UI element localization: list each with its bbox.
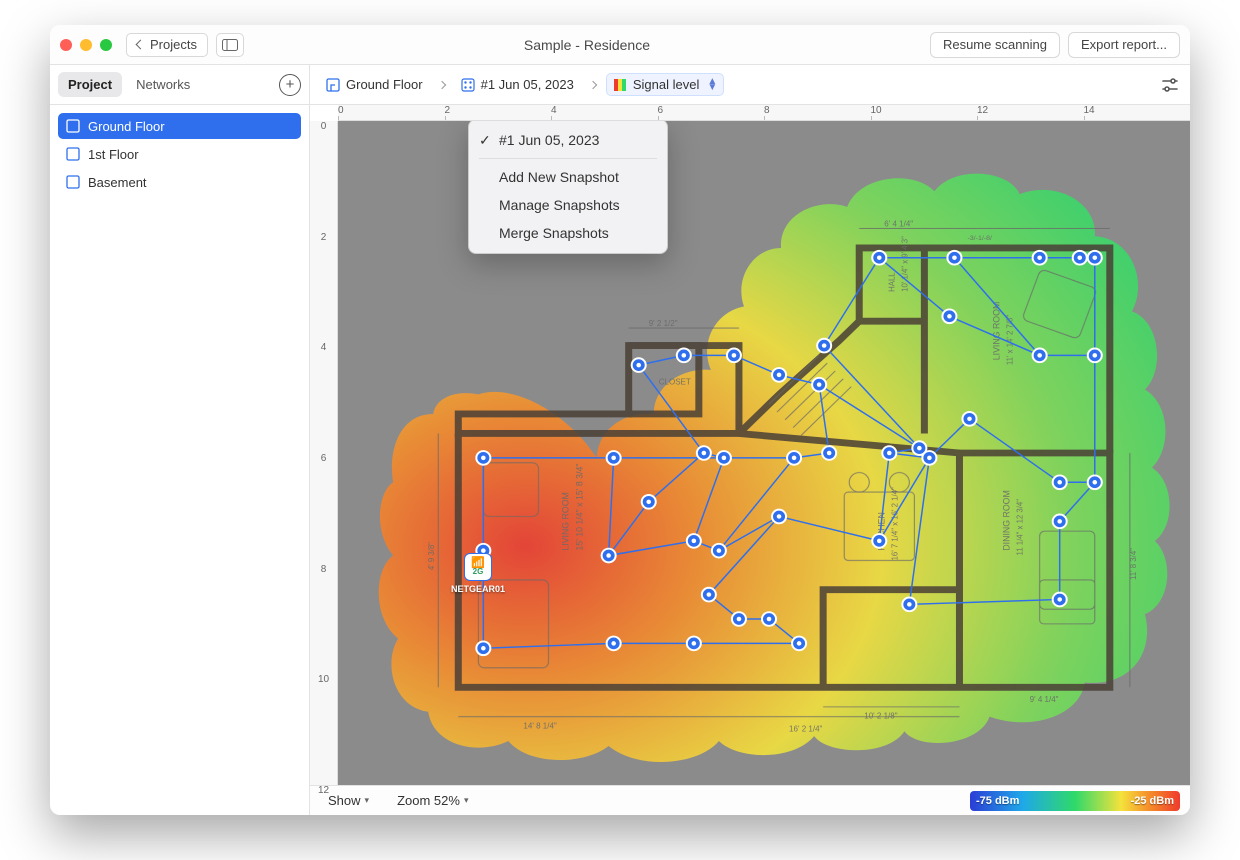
- back-label: Projects: [150, 37, 197, 52]
- crumb-visualization[interactable]: Signal level ▲▼: [606, 73, 724, 96]
- floor-icon: [66, 175, 80, 189]
- floorplan-map[interactable]: LIVING ROOM 15' 10 1/4" x 15' 8 3/4" CLO…: [338, 121, 1190, 785]
- floor-item-basement[interactable]: Basement: [58, 169, 301, 195]
- floor-icon: [66, 119, 80, 133]
- tab-networks[interactable]: Networks: [126, 72, 200, 97]
- sidebar: Project Networks + Ground Floor1st Floor…: [50, 65, 310, 815]
- floor-item-1st-floor[interactable]: 1st Floor: [58, 141, 301, 167]
- crumb-floor[interactable]: Ground Floor: [320, 74, 429, 95]
- footer: Show▾ Zoom 52%▾ -75 dBm -25 dBm: [310, 785, 1190, 815]
- ruler-horizontal: 0246810121416: [338, 105, 1190, 121]
- menu-item-add-snapshot[interactable]: Add New Snapshot: [469, 163, 667, 191]
- ruler-tick: 2: [445, 105, 451, 116]
- map-svg: LIVING ROOM 15' 10 1/4" x 15' 8 3/4" CLO…: [338, 121, 1190, 785]
- add-button[interactable]: +: [279, 74, 301, 96]
- svg-text:11 1/4" x 12 3/4": 11 1/4" x 12 3/4": [1016, 499, 1025, 556]
- zoom-dropdown[interactable]: Zoom 52%▾: [389, 789, 476, 812]
- svg-text:9' 2 1/2": 9' 2 1/2": [649, 319, 678, 328]
- tab-project[interactable]: Project: [58, 72, 122, 97]
- back-to-projects-button[interactable]: Projects: [126, 33, 208, 57]
- signal-legend: -75 dBm -25 dBm: [970, 791, 1180, 811]
- ruler-tick: 8: [764, 105, 770, 116]
- close-window-button[interactable]: [60, 39, 72, 51]
- svg-text:16' 2 1/4": 16' 2 1/4": [789, 724, 823, 733]
- app-window: Projects Sample - Residence Resume scann…: [50, 25, 1190, 815]
- updown-icon: ▲▼: [707, 79, 717, 91]
- access-point-marker[interactable]: 📶 2G NETGEAR01: [460, 553, 496, 594]
- chevron-down-icon: ▾: [365, 795, 370, 806]
- menu-item-manage-snapshots[interactable]: Manage Snapshots: [469, 191, 667, 219]
- floor-icon: [326, 78, 340, 92]
- toggle-sidebar-button[interactable]: [216, 33, 244, 57]
- sidebar-icon: [222, 39, 238, 51]
- chevron-right-icon: [437, 80, 445, 88]
- ruler-tick: 6: [658, 105, 664, 116]
- floor-list: Ground Floor1st FloorBasement: [50, 105, 309, 203]
- svg-text:LIVING ROOM: LIVING ROOM: [560, 492, 570, 551]
- svg-text:16' 7 1/4" x 16' 2 1/4": 16' 7 1/4" x 16' 2 1/4": [890, 487, 899, 560]
- ruler-tick: 6: [310, 453, 337, 464]
- svg-text:CLOSET: CLOSET: [659, 378, 691, 387]
- ruler-tick: 0: [338, 105, 344, 116]
- svg-text:14' 8 1/4": 14' 8 1/4": [523, 721, 557, 730]
- svg-text:15' 10 1/4" x 15' 8 3/4": 15' 10 1/4" x 15' 8 3/4": [574, 463, 584, 550]
- svg-text:6' 4 1/4": 6' 4 1/4": [884, 220, 913, 229]
- svg-text:DINING ROOM: DINING ROOM: [1001, 490, 1011, 550]
- breadcrumb-toolbar: Ground Floor #1 Jun 05, 2023 Signal leve…: [310, 65, 1190, 105]
- access-point-label: NETGEAR01: [451, 584, 505, 594]
- svg-text:4' 9 3/8": 4' 9 3/8": [427, 542, 436, 570]
- ruler-tick: 10: [310, 674, 337, 685]
- svg-text:9' 4 1/4": 9' 4 1/4": [1030, 695, 1059, 704]
- minimize-window-button[interactable]: [80, 39, 92, 51]
- chevron-left-icon: [136, 40, 146, 50]
- svg-text:HALL: HALL: [887, 272, 896, 292]
- maximize-window-button[interactable]: [100, 39, 112, 51]
- ruler-tick: 14: [1084, 105, 1095, 116]
- heatmap-icon: [613, 78, 627, 92]
- crumb-snapshot[interactable]: #1 Jun 05, 2023: [455, 74, 580, 95]
- ruler-tick: 2: [310, 232, 337, 243]
- ruler-tick: 4: [551, 105, 557, 116]
- svg-text:10' 1/4" x 9' 4 3": 10' 1/4" x 9' 4 3": [900, 236, 909, 292]
- snapshot-icon: [461, 78, 475, 92]
- menu-separator: [479, 158, 657, 159]
- legend-max: -25 dBm: [1131, 795, 1174, 807]
- svg-text:10' 2 1/8": 10' 2 1/8": [864, 712, 898, 721]
- content: Ground Floor #1 Jun 05, 2023 Signal leve…: [310, 65, 1190, 815]
- ruler-tick: 12: [310, 785, 337, 796]
- resume-scanning-button[interactable]: Resume scanning: [930, 32, 1060, 58]
- ruler-tick: 4: [310, 342, 337, 353]
- floor-item-ground-floor[interactable]: Ground Floor: [58, 113, 301, 139]
- menu-item-snapshot1[interactable]: #1 Jun 05, 2023: [469, 126, 667, 154]
- export-report-button[interactable]: Export report...: [1068, 32, 1180, 58]
- settings-sliders-icon[interactable]: [1160, 75, 1180, 95]
- ruler-tick: 10: [871, 105, 882, 116]
- ruler-tick: 8: [310, 564, 337, 575]
- svg-text:-3/-1/-8/: -3/-1/-8/: [967, 235, 992, 242]
- legend-min: -75 dBm: [976, 795, 1019, 807]
- svg-text:11' 8 3/4": 11' 8 3/4": [1129, 548, 1138, 580]
- titlebar: Projects Sample - Residence Resume scann…: [50, 25, 1190, 65]
- ruler-tick: 0: [310, 121, 337, 132]
- canvas: 0246810121416 024681012: [310, 105, 1190, 785]
- wifi-icon: 📶: [471, 559, 485, 567]
- traffic-lights: [60, 39, 112, 51]
- chevron-down-icon: ▾: [464, 795, 469, 806]
- ruler-vertical: 024681012: [310, 121, 338, 785]
- menu-item-merge-snapshots[interactable]: Merge Snapshots: [469, 219, 667, 247]
- sidebar-tabs: Project Networks +: [50, 65, 309, 105]
- window-title: Sample - Residence: [244, 37, 930, 53]
- chevron-right-icon: [589, 80, 597, 88]
- ruler-tick: 12: [977, 105, 988, 116]
- snapshot-menu: #1 Jun 05, 2023 Add New Snapshot Manage …: [468, 121, 668, 254]
- floor-icon: [66, 147, 80, 161]
